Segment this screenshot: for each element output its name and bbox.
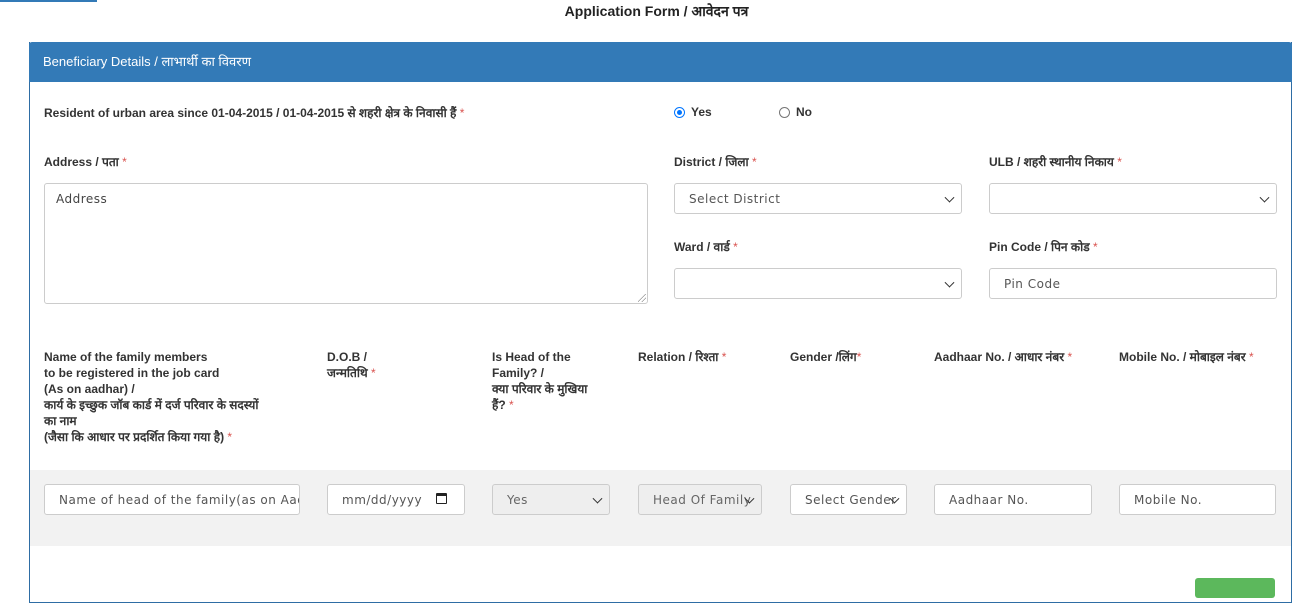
page-title: Application Form / आवेदन पत्र xyxy=(564,3,749,19)
radio-yes[interactable]: Yes xyxy=(674,105,712,119)
member-name-input[interactable]: Name of head of the family(as on Aadhaar… xyxy=(44,484,300,515)
relation-select[interactable]: Head Of Family xyxy=(638,484,762,515)
header-name-line: to be registered in the job card xyxy=(44,366,220,380)
beneficiary-panel: Beneficiary Details / लाभार्थी का विवरण … xyxy=(29,42,1292,603)
address-placeholder: Address xyxy=(56,192,108,206)
add-member-button[interactable] xyxy=(1195,578,1275,598)
resize-grip-icon[interactable] xyxy=(638,294,646,302)
mobile-placeholder: Mobile No. xyxy=(1134,492,1203,507)
calendar-icon[interactable] xyxy=(436,493,447,504)
district-label-text: District / जिला xyxy=(674,155,749,169)
header-dob-line: जन्मतिथि * xyxy=(327,366,376,380)
chevron-down-icon xyxy=(944,277,955,288)
header-name: Name of the family members to be registe… xyxy=(44,349,314,445)
district-label: District / जिला * xyxy=(674,154,757,170)
ward-label: Ward / वार्ड * xyxy=(674,239,738,255)
header-name-line: कार्य के इच्छुक जॉब कार्ड में दर्ज परिवा… xyxy=(44,398,259,412)
header-name-line: का नाम xyxy=(44,414,77,428)
address-label: Address / पता * xyxy=(44,154,127,170)
district-select-value: Select District xyxy=(689,191,781,206)
aadhaar-input[interactable]: Aadhaar No. xyxy=(934,484,1092,515)
header-name-line: Name of the family members xyxy=(44,350,208,364)
required-mark: * xyxy=(751,155,757,169)
header-is-head-line: Family? / xyxy=(492,366,545,380)
header-name-line: (As on aadhar) / xyxy=(44,382,135,396)
header-gender: Gender /लिंग* xyxy=(790,350,862,364)
header-aadhaar: Aadhaar No. / आधार नंबर * xyxy=(934,350,1073,364)
radio-no[interactable]: No xyxy=(779,105,812,119)
required-mark: * xyxy=(122,155,127,169)
header-is-head: Is Head of the Family? / क्या परिवार के … xyxy=(492,349,622,413)
radio-yes-circle[interactable] xyxy=(674,106,685,118)
chevron-down-icon xyxy=(944,192,955,203)
ward-label-text: Ward / वार्ड xyxy=(674,240,730,254)
chevron-down-icon xyxy=(592,493,603,504)
gender-select[interactable]: Select Gender xyxy=(790,484,907,515)
ulb-select[interactable] xyxy=(989,183,1277,214)
district-select[interactable]: Select District xyxy=(674,183,962,214)
required-mark: * xyxy=(733,240,738,254)
dob-placeholder: mm/dd/yyyy xyxy=(342,492,423,507)
pincode-placeholder: Pin Code xyxy=(1004,276,1061,291)
header-is-head-line: Is Head of the xyxy=(492,350,571,364)
panel-heading: Beneficiary Details / लाभार्थी का विवरण xyxy=(29,42,1292,82)
header-is-head-line: क्या परिवार के मुखिया xyxy=(492,382,588,396)
chevron-down-icon xyxy=(1259,192,1270,203)
header-name-line: (जैसा कि आधार पर प्रदर्शित किया गया है) … xyxy=(44,430,233,444)
ulb-label-text: ULB / शहरी स्थानीय निकाय xyxy=(989,155,1114,169)
required-mark: * xyxy=(1117,155,1122,169)
pincode-label: Pin Code / पिन कोड * xyxy=(989,239,1098,255)
radio-no-circle[interactable] xyxy=(779,106,790,118)
required-mark: * xyxy=(459,106,465,120)
address-label-text: Address / पता xyxy=(44,155,119,169)
header-relation: Relation / रिश्ता * xyxy=(638,350,727,364)
aadhaar-placeholder: Aadhaar No. xyxy=(949,492,1029,507)
header-dob-line: D.O.B / xyxy=(327,350,368,364)
radio-no-label: No xyxy=(796,105,812,119)
dob-input[interactable]: mm/dd/yyyy xyxy=(327,484,465,515)
required-mark: * xyxy=(1093,240,1098,254)
header-is-head-line: हैं? * xyxy=(492,398,514,412)
header-dob: D.O.B / जन्मतिथि * xyxy=(327,349,447,381)
resident-label: Resident of urban area since 01-04-2015 … xyxy=(44,105,464,121)
mobile-input[interactable]: Mobile No. xyxy=(1119,484,1276,515)
ulb-label: ULB / शहरी स्थानीय निकाय * xyxy=(989,154,1122,170)
radio-yes-label: Yes xyxy=(691,105,712,119)
is-head-select[interactable]: Yes xyxy=(492,484,610,515)
header-mobile: Mobile No. / मोबाइल नंबर * xyxy=(1119,350,1254,364)
ward-select[interactable] xyxy=(674,268,962,299)
pincode-input[interactable]: Pin Code xyxy=(989,268,1277,299)
resident-label-text: Resident of urban area since 01-04-2015 … xyxy=(44,106,457,120)
member-name-placeholder: Name of head of the family(as on Aadhaar… xyxy=(59,492,299,507)
address-textarea[interactable]: Address xyxy=(44,183,648,304)
is-head-value: Yes xyxy=(507,492,528,507)
pincode-label-text: Pin Code / पिन कोड xyxy=(989,240,1090,254)
